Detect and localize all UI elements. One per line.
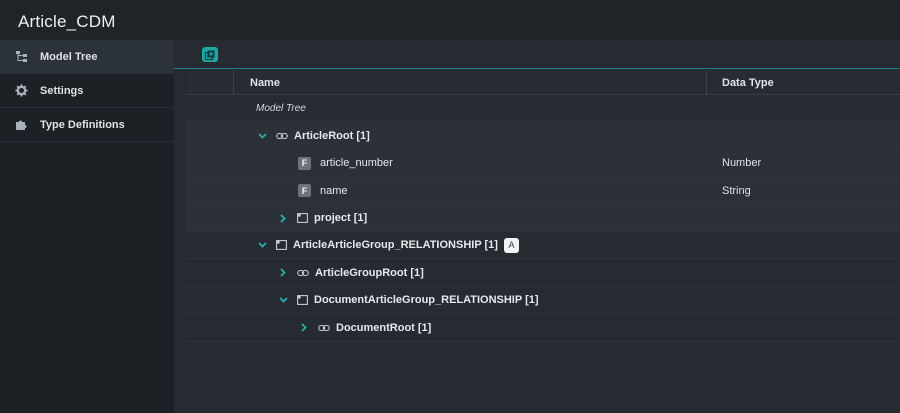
sidebar-item-settings[interactable]: Settings xyxy=(0,74,174,108)
title-bar: Article_CDM xyxy=(0,0,900,40)
sidebar-item-model-tree[interactable]: Model Tree xyxy=(0,40,174,74)
table-row[interactable]: ArticleRoot [1] xyxy=(186,122,900,150)
link-icon xyxy=(318,324,330,332)
puzzle-icon xyxy=(14,118,28,132)
link-icon xyxy=(276,132,288,140)
attribute-badge[interactable]: A xyxy=(503,237,519,253)
node-box-icon xyxy=(297,295,308,306)
table-row[interactable]: project [1] xyxy=(186,204,900,232)
table-row[interactable]: F article_number Number xyxy=(186,149,900,178)
node-label: project [1] xyxy=(314,212,368,225)
node-label: DocumentArticleGroup_RELATIONSHIP [1] xyxy=(314,294,539,307)
chevron-down-icon[interactable] xyxy=(256,239,268,251)
page-title: Article_CDM xyxy=(18,12,116,31)
node-label: DocumentRoot [1] xyxy=(336,321,432,334)
table-row[interactable]: F name String xyxy=(186,177,900,205)
header-data-type[interactable]: Data Type xyxy=(722,77,774,89)
add-node-button[interactable] xyxy=(202,47,218,62)
table-row[interactable]: DocumentRoot [1] xyxy=(186,314,900,342)
chevron-down-icon[interactable] xyxy=(256,130,268,142)
table-row[interactable]: DocumentArticleGroup_RELATIONSHIP [1] xyxy=(186,287,900,315)
model-tree-icon xyxy=(14,50,28,64)
toolbar xyxy=(174,40,900,69)
column-divider[interactable] xyxy=(233,70,234,95)
sidebar-item-label: Settings xyxy=(40,84,84,97)
gear-icon xyxy=(14,84,28,98)
node-label: ArticleGroupRoot [1] xyxy=(315,266,424,279)
main-panel: Name Data Type Model Tree ArticleRoot [1… xyxy=(174,40,900,413)
sidebar: Model Tree Settings Type Definitions xyxy=(0,40,174,413)
column-divider[interactable] xyxy=(706,70,707,95)
sidebar-item-label: Type Definitions xyxy=(40,118,125,131)
node-box-icon xyxy=(297,213,308,224)
chevron-right-icon[interactable] xyxy=(277,267,289,279)
node-label: ArticleArticleGroup_RELATIONSHIP [1] xyxy=(293,239,498,252)
tree-table: Model Tree ArticleRoot [1] F article_num… xyxy=(186,95,900,342)
link-icon xyxy=(297,269,309,277)
chevron-right-icon[interactable] xyxy=(298,322,310,334)
sidebar-item-type-definitions[interactable]: Type Definitions xyxy=(0,108,174,142)
table-row[interactable]: ArticleGroupRoot [1] xyxy=(186,259,900,287)
chevron-right-icon[interactable] xyxy=(277,212,289,224)
tree-root-label: Model Tree xyxy=(256,103,306,114)
data-type: Number xyxy=(722,157,762,170)
table-header: Name Data Type xyxy=(186,70,900,95)
node-box-icon xyxy=(276,240,287,251)
data-type: String xyxy=(722,184,751,197)
field-label: article_number xyxy=(320,157,393,170)
header-name[interactable]: Name xyxy=(250,77,280,89)
sidebar-item-label: Model Tree xyxy=(40,50,98,63)
chevron-down-icon[interactable] xyxy=(277,294,289,306)
table-row[interactable]: Model Tree xyxy=(186,95,900,123)
add-copy-icon xyxy=(204,50,215,60)
field-badge: F xyxy=(298,156,311,170)
field-label: name xyxy=(320,184,348,197)
node-label: ArticleRoot [1] xyxy=(294,129,370,142)
table-row[interactable]: ArticleArticleGroup_RELATIONSHIP [1] A xyxy=(186,232,900,260)
field-badge: F xyxy=(298,184,311,198)
